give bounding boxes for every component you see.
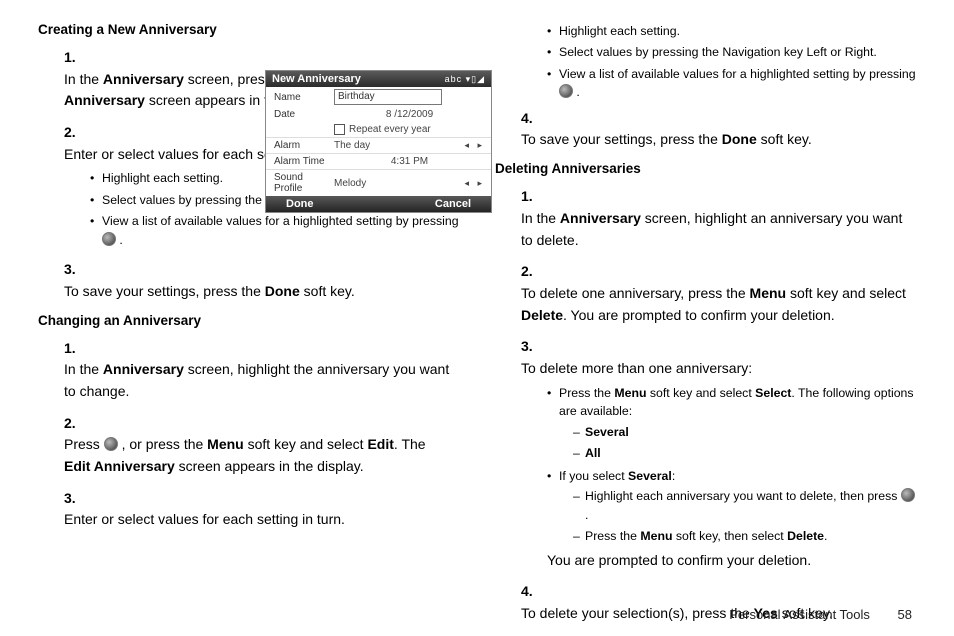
step-item: 2.Press , or press the Menu soft key and… <box>64 413 459 478</box>
step-item: 4.To save your settings, press the Done … <box>521 108 916 151</box>
step-item: 3.To save your settings, press the Done … <box>64 259 459 302</box>
step-item: 2.To delete one anniversary, press the M… <box>521 261 916 326</box>
dash-item: Several <box>573 423 916 442</box>
phone-screenshot: New Anniversary abc ▾▯◢ Name Birthday Da… <box>265 70 492 213</box>
dash-item: Press the Menu soft key, then select Del… <box>573 527 916 546</box>
bullet-item: If you select Several: Highlight each an… <box>547 467 916 572</box>
ok-key-icon <box>901 488 915 502</box>
footer-section: Personal Assistant Tools <box>729 607 870 622</box>
ok-key-icon <box>104 437 118 451</box>
dash-item: Highlight each anniversary you want to d… <box>573 487 916 525</box>
bullet-item: Select values by pressing the Navigation… <box>547 43 916 61</box>
alarm-value[interactable]: The day <box>334 140 464 151</box>
name-input[interactable]: Birthday <box>334 89 442 105</box>
step-item: 3.Enter or select values for each settin… <box>64 488 459 531</box>
alarmtime-value[interactable]: 4:31 PM <box>334 156 485 167</box>
field-label-date: Date <box>274 109 334 120</box>
confirm-text: You are prompted to confirm your deletio… <box>547 550 916 571</box>
field-label-name: Name <box>274 92 334 103</box>
ok-key-icon <box>559 84 573 98</box>
section-title-creating: Creating a New Anniversary <box>38 22 459 37</box>
step-item: 1.In the Anniversary screen, highlight a… <box>521 186 916 251</box>
section-title-deleting: Deleting Anniversaries <box>495 161 916 176</box>
left-right-arrows-icon[interactable]: ◂ ▸ <box>464 178 485 189</box>
repeat-label: Repeat every year <box>349 124 431 135</box>
right-column: Highlight each setting. Select values by… <box>495 22 916 635</box>
page-footer: Personal Assistant Tools 58 <box>729 607 912 622</box>
phone-title: New Anniversary <box>272 73 361 85</box>
repeat-checkbox[interactable] <box>334 124 345 135</box>
bullet-item: View a list of available values for a hi… <box>547 65 916 102</box>
field-label-alarm: Alarm <box>274 140 334 151</box>
bullet-item: Press the Menu soft key and select Selec… <box>547 384 916 463</box>
bullet-item: Highlight each setting. <box>547 22 916 40</box>
page-number: 58 <box>898 607 912 622</box>
section-title-changing: Changing an Anniversary <box>38 313 459 328</box>
done-softkey[interactable]: Done <box>286 198 314 210</box>
cancel-softkey[interactable]: Cancel <box>435 198 471 210</box>
step-item: 3.To delete more than one anniversary: P… <box>521 336 916 571</box>
field-label-alarmtime: Alarm Time <box>274 156 334 167</box>
left-right-arrows-icon[interactable]: ◂ ▸ <box>464 140 485 151</box>
dash-item: All <box>573 444 916 463</box>
date-value[interactable]: 8 /12/2009 <box>334 109 485 120</box>
bullet-item: View a list of available values for a hi… <box>90 212 459 249</box>
step-item: 1.In the Anniversary screen, highlight t… <box>64 338 459 403</box>
field-label-sound: Sound Profile <box>274 172 334 194</box>
phone-status-icons: abc ▾▯◢ <box>445 74 485 85</box>
sound-value[interactable]: Melody <box>334 178 464 189</box>
ok-key-icon <box>102 232 116 246</box>
